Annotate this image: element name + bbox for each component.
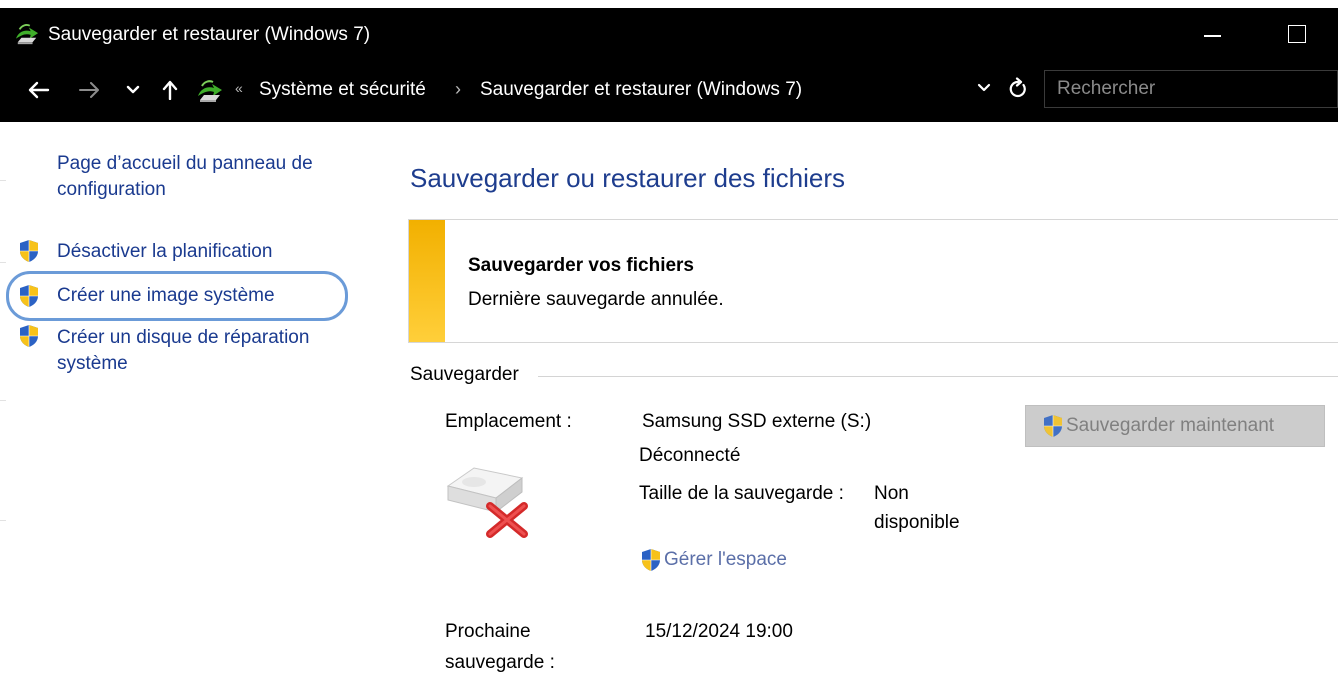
chevron-down-icon	[126, 85, 140, 94]
control-panel-home-link-line2: configuration	[57, 179, 166, 200]
edge-artifact	[0, 400, 6, 401]
search-box[interactable]	[1044, 70, 1338, 108]
next-backup-label-line2: sauvegarde :	[445, 652, 555, 673]
edge-artifact	[0, 520, 6, 521]
breadcrumb-separator-icon[interactable]: ›	[455, 79, 461, 100]
chevron-down-icon	[977, 83, 991, 92]
arrow-right-icon	[79, 82, 99, 98]
uac-shield-icon	[1042, 414, 1064, 438]
up-button[interactable]	[158, 76, 182, 104]
section-divider	[538, 376, 1338, 377]
backup-size-label: Taille de la sauvegarde :	[639, 483, 844, 504]
arrow-left-icon	[28, 81, 50, 99]
create-system-image-link[interactable]: Créer une image système	[57, 283, 275, 309]
backup-now-button[interactable]: Sauvegarder maintenant	[1025, 405, 1325, 447]
status-panel: Sauvegarder vos fichiers Dernière sauveg…	[408, 219, 1338, 343]
uac-shield-icon	[18, 239, 40, 263]
maximize-button[interactable]	[1270, 8, 1322, 58]
next-backup-label: Prochaine sauvegarde :	[445, 616, 555, 678]
disable-schedule-link[interactable]: Désactiver la planification	[57, 239, 272, 265]
backup-size-value-line2: disponible	[874, 512, 960, 533]
minimize-button[interactable]	[1186, 8, 1238, 58]
recent-locations-button[interactable]	[122, 76, 144, 104]
connection-status: Déconnecté	[639, 445, 741, 466]
search-input[interactable]	[1045, 71, 1337, 107]
address-bar: « Système et sécurité › Sauvegarder et r…	[0, 58, 1338, 122]
edge-artifact	[0, 180, 6, 181]
arrow-up-icon	[162, 80, 178, 100]
top-edge	[0, 0, 1338, 8]
backup-restore-icon	[14, 22, 40, 46]
backup-now-label: Sauvegarder maintenant	[1066, 415, 1275, 436]
next-backup-label-line1: Prochaine	[445, 621, 531, 642]
page-title: Sauvegarder ou restaurer des fichiers	[410, 163, 846, 193]
breadcrumb-systeme-securite[interactable]: Système et sécurité	[259, 79, 426, 101]
title-bar: Sauvegarder et restaurer (Windows 7)	[0, 8, 1338, 58]
uac-shield-icon	[18, 324, 40, 348]
next-backup-value: 15/12/2024 19:00	[645, 621, 793, 642]
forward-button[interactable]	[76, 76, 102, 104]
location-label: Emplacement :	[445, 411, 572, 432]
location-value: Samsung SSD externe (S:)	[642, 411, 872, 432]
manage-space-link[interactable]: Gérer l'espace	[640, 544, 787, 576]
manage-space-label: Gérer l'espace	[664, 549, 787, 570]
refresh-button[interactable]	[1006, 77, 1030, 101]
status-message: Dernière sauvegarde annulée.	[468, 289, 724, 310]
control-panel-home-link[interactable]: Page d’accueil du panneau de configurati…	[57, 151, 313, 203]
uac-shield-icon	[18, 284, 40, 308]
back-button[interactable]	[26, 76, 52, 104]
create-repair-disc-link-line2: système	[57, 353, 128, 374]
backup-size-value-line1: Non	[874, 483, 909, 504]
create-repair-disc-link-line1: Créer un disque de réparation	[57, 327, 310, 348]
backup-section-label: Sauvegarder	[410, 364, 527, 386]
window-title: Sauvegarder et restaurer (Windows 7)	[48, 24, 371, 45]
breadcrumb-sauvegarder-restaurer[interactable]: Sauvegarder et restaurer (Windows 7)	[480, 79, 802, 101]
warning-accent-bar	[409, 220, 445, 342]
control-panel-home-link-line1: Page d’accueil du panneau de	[57, 153, 313, 174]
disconnected-drive-icon	[446, 467, 528, 538]
backup-restore-icon	[196, 78, 224, 104]
overflow-chevron-icon[interactable]: «	[235, 80, 243, 96]
status-title: Sauvegarder vos fichiers	[468, 255, 694, 276]
address-dropdown-button[interactable]	[976, 80, 996, 100]
create-repair-disc-link[interactable]: Créer un disque de réparation système	[57, 325, 309, 377]
refresh-icon	[1009, 77, 1026, 98]
uac-shield-icon	[640, 548, 662, 572]
edge-artifact	[0, 262, 6, 263]
